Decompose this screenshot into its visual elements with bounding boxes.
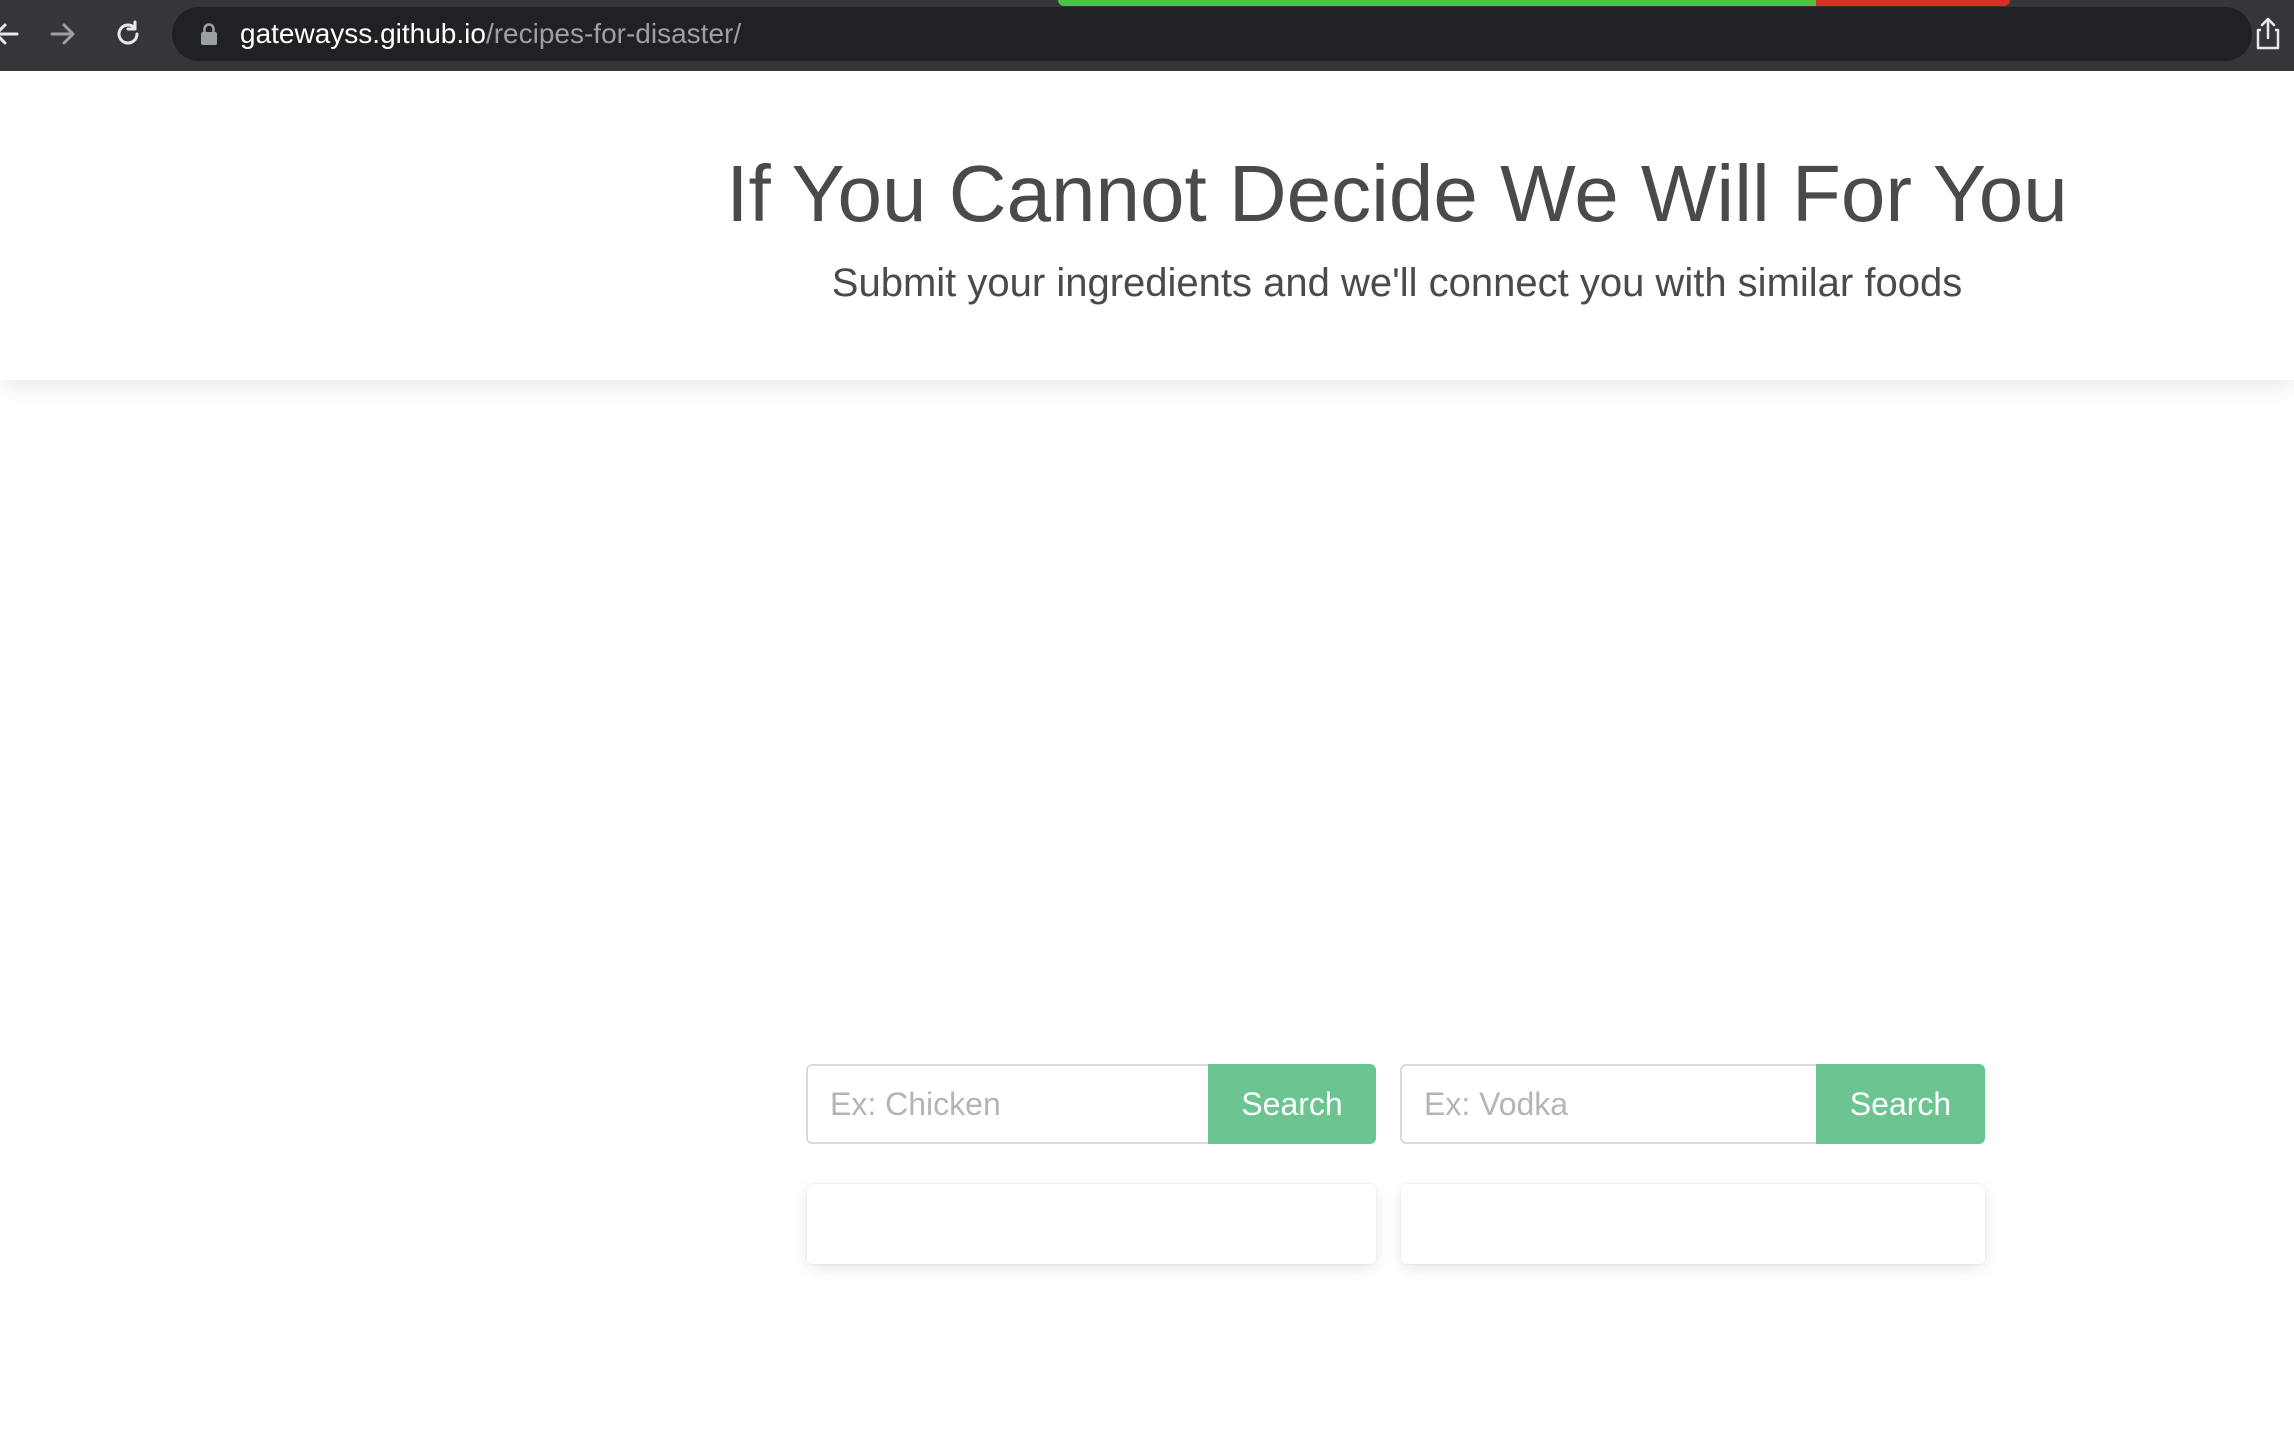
forward-button[interactable]	[39, 10, 87, 58]
food-search-form: Search	[806, 1064, 1376, 1144]
address-bar[interactable]: gatewayss.github.io/recipes-for-disaster…	[172, 7, 2252, 61]
browser-toolbar: gatewayss.github.io/recipes-for-disaster…	[0, 0, 2294, 71]
reload-button[interactable]	[104, 10, 152, 58]
url-text[interactable]: gatewayss.github.io/recipes-for-disaster…	[240, 19, 741, 49]
drink-results-card	[1401, 1184, 1985, 1264]
food-results-card	[807, 1184, 1376, 1264]
forward-icon	[48, 19, 78, 49]
drink-search-input[interactable]	[1400, 1064, 1816, 1144]
url-host: gatewayss.github.io	[240, 18, 486, 49]
url-path: /recipes-for-disaster/	[485, 18, 742, 49]
loading-bar-red	[1816, 0, 2010, 6]
back-button[interactable]	[0, 10, 30, 58]
page-subtitle: Submit your ingredients and we'll connec…	[831, 261, 1963, 305]
food-search-input[interactable]	[806, 1064, 1208, 1144]
back-icon	[0, 19, 21, 49]
food-search-button[interactable]: Search	[1208, 1064, 1376, 1144]
share-icon	[2248, 17, 2288, 58]
reload-icon	[113, 19, 143, 49]
hero-section: If You Cannot Decide We Will For You Sub…	[0, 71, 2294, 380]
drink-search-form: Search	[1400, 1064, 1985, 1144]
loading-bar-green	[1058, 0, 1818, 6]
lock-icon[interactable]	[198, 22, 220, 46]
drink-search-button[interactable]: Search	[1816, 1064, 1985, 1144]
page-title: If You Cannot Decide We Will For You	[726, 149, 2068, 238]
share-button[interactable]	[2248, 14, 2288, 54]
